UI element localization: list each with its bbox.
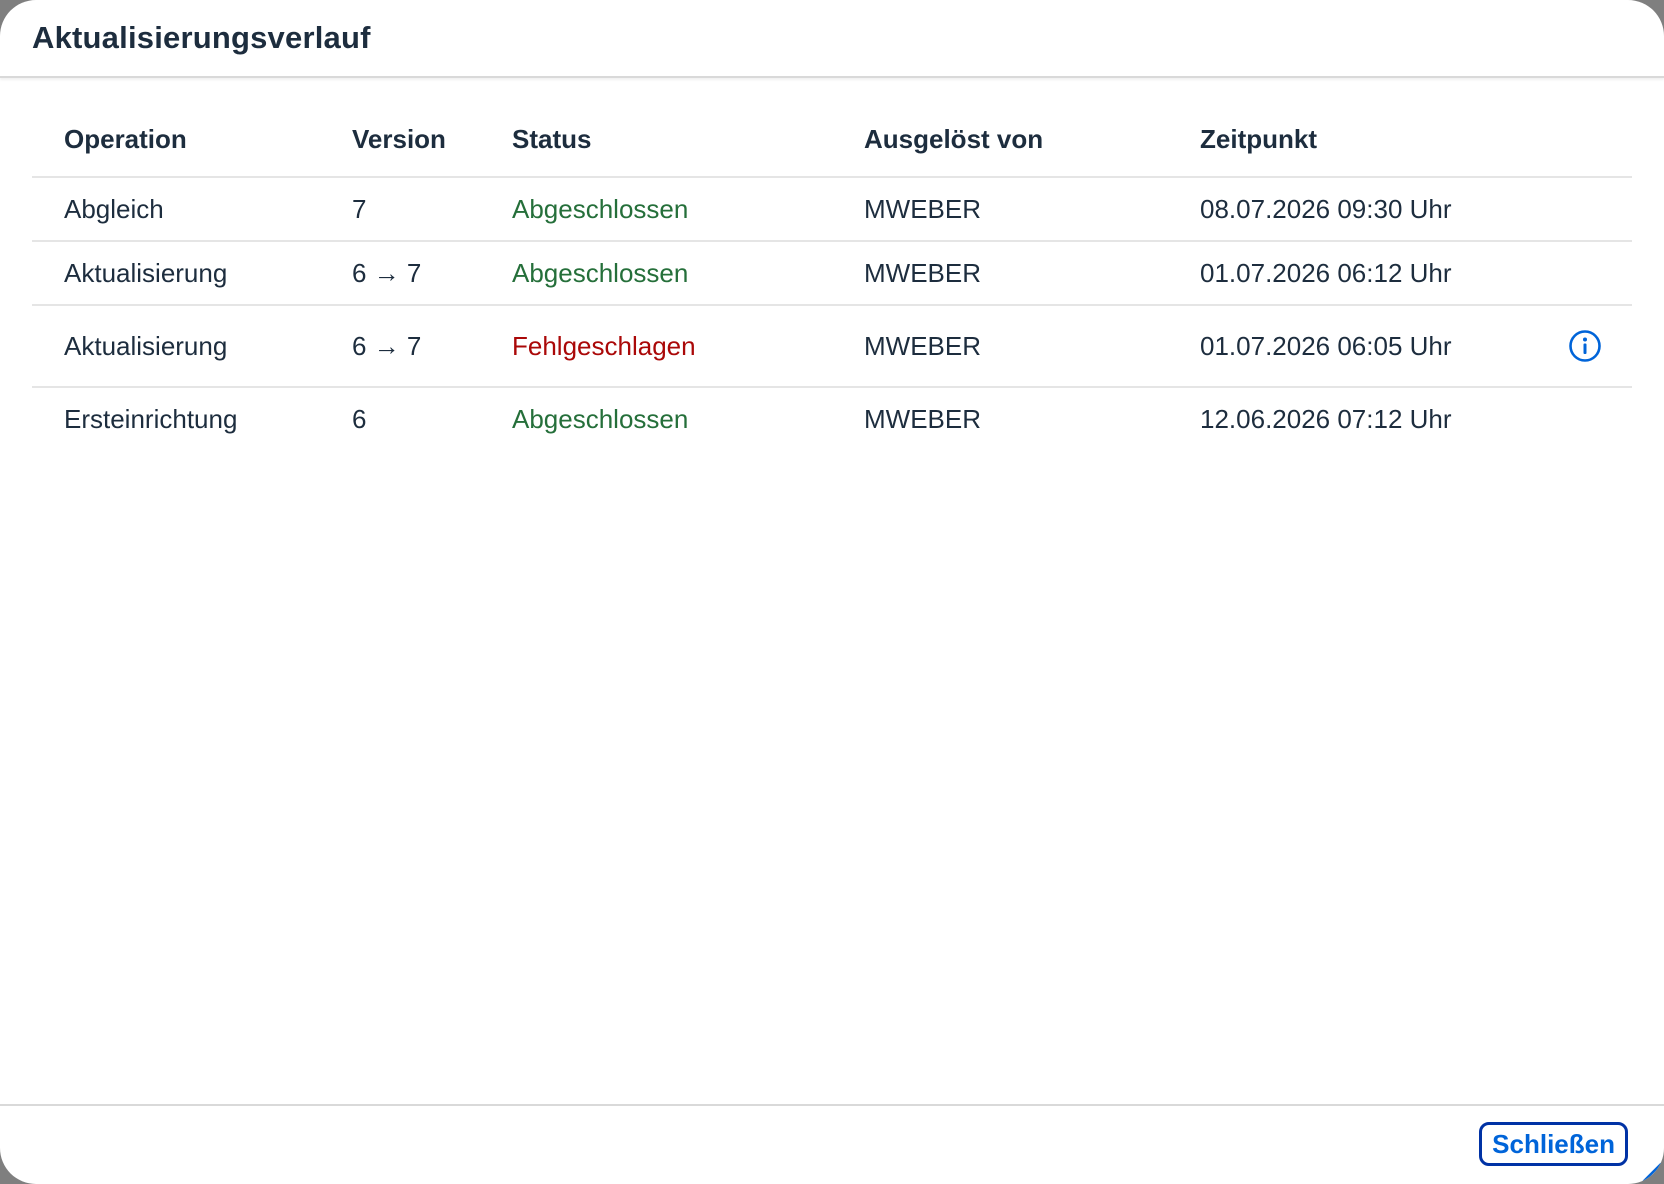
info-icon[interactable] — [1568, 329, 1602, 363]
cell-triggered-by: MWEBER — [864, 403, 981, 434]
cell-operation: Aktualisierung — [32, 305, 320, 388]
cell-timestamp: 01.07.2026 06:05 Uhr — [1168, 305, 1488, 388]
cell-triggered-by: MWEBER — [832, 177, 1168, 242]
cell-version: 7 — [320, 177, 480, 242]
cell-timestamp: 08.07.2026 09:30 Uhr — [1168, 177, 1488, 242]
dialog-content: Operation Version Status Ausgelöst von Z… — [32, 102, 1632, 450]
table-row: Abgleich 7 Abgeschlossen MWEBER 08.07.20… — [32, 177, 1632, 242]
cell-triggered-by: MWEBER — [832, 305, 1168, 388]
cell-status: Abgeschlossen — [480, 177, 832, 242]
cell-version: 6 → 7 — [320, 305, 480, 388]
column-header-triggered-by: Ausgelöst von — [832, 102, 1168, 178]
column-header-operation: Operation — [32, 102, 320, 178]
column-header-status: Status — [480, 102, 832, 178]
column-header-info — [1488, 102, 1632, 178]
cell-operation: Ersteinrichtung — [64, 403, 238, 434]
resize-handle-icon[interactable] — [1640, 1160, 1662, 1182]
cell-status: Abgeschlossen — [512, 403, 689, 434]
dialog-footer: Schließen — [0, 1104, 1664, 1184]
column-header-timestamp: Zeitpunkt — [1168, 102, 1488, 178]
cell-info — [1488, 305, 1632, 388]
update-history-dialog: Aktualisierungsverlauf Operation Version… — [0, 0, 1664, 1184]
update-history-table: Operation Version Status Ausgelöst von Z… — [32, 102, 1632, 450]
dialog-header: Aktualisierungsverlauf — [0, 0, 1664, 78]
cell-status: Abgeschlossen — [480, 241, 832, 306]
close-button[interactable]: Schließen — [1479, 1122, 1628, 1166]
cell-timestamp: 01.07.2026 06:12 Uhr — [1168, 241, 1488, 306]
dialog-title: Aktualisierungsverlauf — [32, 20, 371, 55]
cell-version: 6 — [352, 403, 367, 434]
cell-operation: Aktualisierung — [32, 241, 320, 306]
cell-info — [1488, 177, 1632, 242]
table-row: Ersteinrichtung 6 Abgeschlossen MWEBER 1… — [32, 387, 1632, 450]
table-header-row: Operation Version Status Ausgelöst von Z… — [32, 102, 1632, 178]
cell-info — [1488, 241, 1632, 306]
table-row: Aktualisierung 6 → 7 Abgeschlossen MWEBE… — [32, 241, 1632, 306]
cell-status: Fehlgeschlagen — [480, 305, 832, 388]
cell-triggered-by: MWEBER — [832, 241, 1168, 306]
cell-info — [1488, 387, 1632, 450]
table-row: Aktualisierung 6 → 7 Fehlgeschlagen MWEB… — [32, 305, 1632, 388]
cell-version: 6 → 7 — [320, 241, 480, 306]
cell-timestamp: 12.06.2026 07:12 Uhr — [1200, 403, 1452, 434]
cell-operation: Abgleich — [32, 177, 320, 242]
column-header-version: Version — [320, 102, 480, 178]
